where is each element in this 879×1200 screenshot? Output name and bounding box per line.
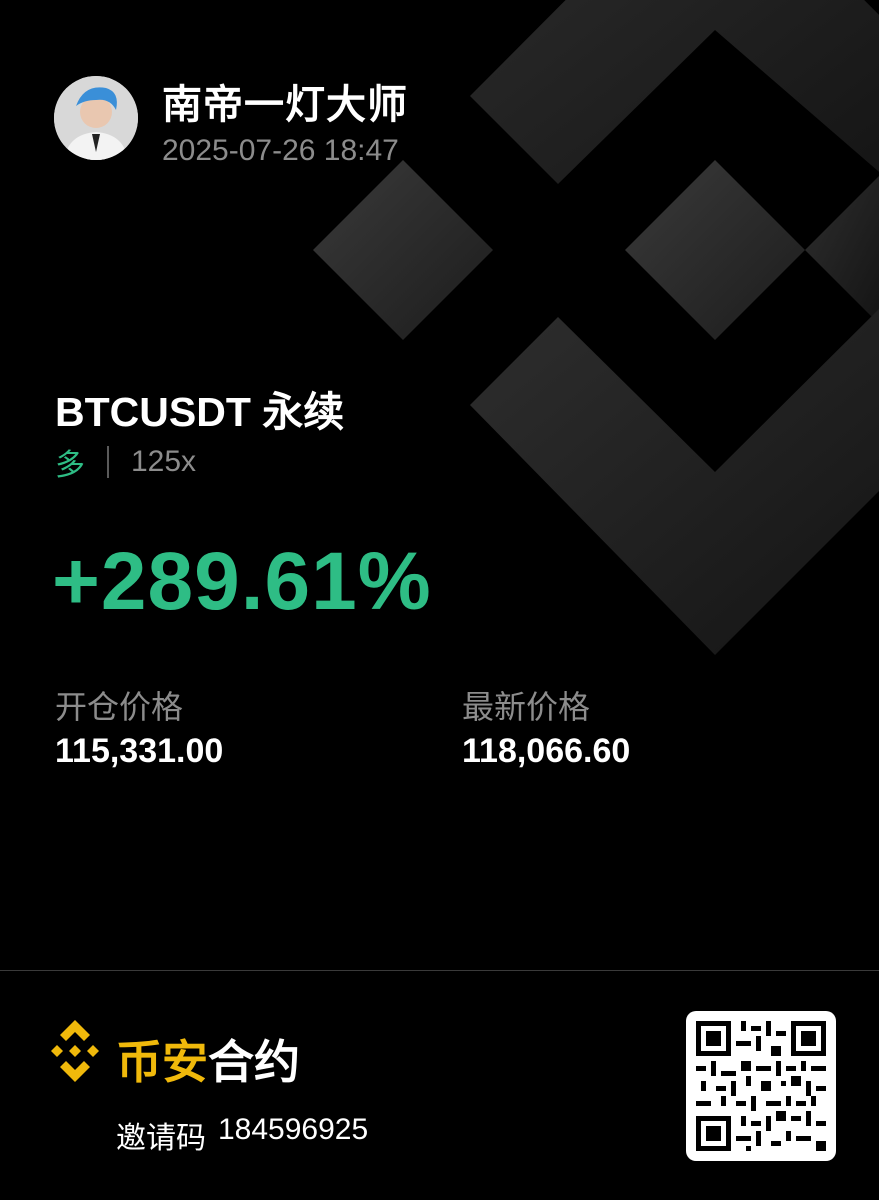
mark-price: 118,066.60: [462, 732, 631, 770]
footer-divider: [0, 970, 879, 971]
entry-price: 115,331.00: [55, 732, 224, 770]
qr-code[interactable]: [686, 1011, 836, 1161]
brand-name-part2: 合约: [208, 1036, 300, 1088]
invite-label: 邀请码: [116, 1122, 206, 1155]
brand-name-part1: 币安: [116, 1036, 208, 1088]
position-side: 多: [55, 449, 85, 482]
timestamp: 2025-07-26 18:47: [162, 134, 399, 167]
avatar: [54, 76, 138, 160]
pnl-percent: +289.61%: [52, 536, 432, 627]
divider: [107, 446, 109, 478]
leverage: 125x: [131, 445, 197, 478]
brand-name: 币安 合约: [116, 1026, 300, 1092]
entry-price-label: 开仓价格: [55, 689, 184, 725]
contract-symbol: BTCUSDT 永续: [55, 389, 345, 435]
username: 南帝一灯大师: [162, 83, 408, 127]
binance-logo-icon: [51, 1020, 99, 1082]
mark-price-label: 最新价格: [462, 689, 591, 725]
invite-code: 184596925: [218, 1113, 369, 1146]
invite-code-row: 邀请码 184596925: [116, 1113, 368, 1157]
position-meta: 多 125x: [55, 440, 196, 484]
